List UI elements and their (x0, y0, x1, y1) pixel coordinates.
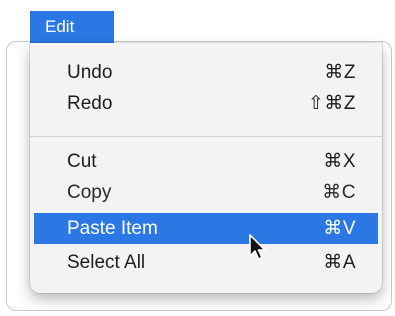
menu-item-shortcut: ⌘X (323, 151, 356, 172)
menu-item-shortcut: ⌘Z (324, 62, 356, 83)
menu-item-shortcut: ⇧⌘Z (307, 93, 356, 114)
menu-item-label: Cut (67, 151, 97, 172)
menu-item-shortcut: ⌘A (323, 252, 356, 273)
menu-item-shortcut: ⌘V (323, 218, 356, 239)
screen: Edit Undo ⌘Z Redo ⇧⌘Z Cut ⌘X Copy ⌘C Pas… (0, 0, 395, 316)
menu-item-copy[interactable]: Copy ⌘C (34, 177, 378, 208)
edit-menu-dropdown: Undo ⌘Z Redo ⇧⌘Z Cut ⌘X Copy ⌘C Paste It… (30, 43, 382, 293)
menu-item-label: Redo (67, 93, 113, 114)
menu-title-edit[interactable]: Edit (30, 11, 114, 43)
menu-item-redo[interactable]: Redo ⇧⌘Z (34, 88, 378, 119)
menu-item-paste-item[interactable]: Paste Item ⌘V (34, 213, 378, 244)
arrow-cursor-icon (249, 234, 266, 260)
menu-item-select-all[interactable]: Select All ⌘A (34, 247, 378, 278)
menu-item-cut[interactable]: Cut ⌘X (34, 146, 378, 177)
menu-item-label: Undo (67, 62, 113, 83)
menu-item-label: Copy (67, 182, 112, 203)
menu-item-label: Paste Item (67, 218, 158, 239)
menu-item-undo[interactable]: Undo ⌘Z (34, 57, 378, 88)
menu-separator (30, 136, 382, 137)
menu-item-shortcut: ⌘C (322, 182, 356, 203)
menu-item-label: Select All (67, 252, 146, 273)
